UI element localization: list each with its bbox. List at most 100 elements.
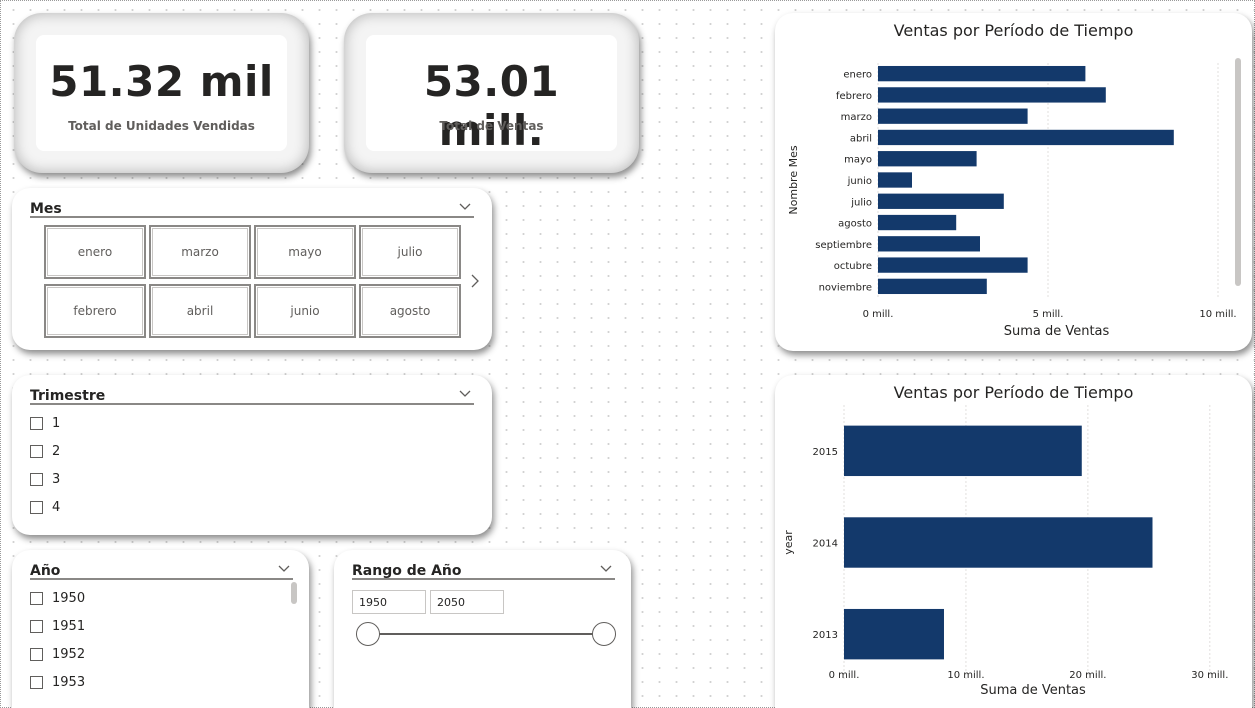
y-tick-label: agosto: [838, 219, 872, 230]
anio-slicer-title: Año: [30, 563, 61, 579]
anio-option-label: 1952: [52, 646, 86, 662]
mes-tile-junio[interactable]: junio: [254, 284, 356, 338]
checkbox[interactable]: [30, 472, 43, 486]
mes-tile-marzo[interactable]: marzo: [149, 225, 251, 279]
anio-option-1952[interactable]: 1952: [30, 644, 85, 664]
chart-ventas-mes[interactable]: Ventas por Período de Tiempo 0 mill. 5 mi…: [775, 13, 1252, 351]
trimestre-option-label: 1: [52, 415, 61, 431]
mes-tile-abril[interactable]: abril: [149, 284, 251, 338]
bar: [844, 608, 944, 660]
range-slider-handle-max[interactable]: [592, 622, 616, 646]
bar: [878, 151, 977, 167]
bar: [878, 65, 1086, 82]
y-tick-label: 2015: [813, 447, 838, 458]
trimestre-option-label: 4: [52, 499, 61, 515]
range-slider-handle-min[interactable]: [356, 622, 380, 646]
anio-scrollbar[interactable]: [291, 582, 297, 702]
kpi-sales-label: Total de Ventas: [439, 119, 544, 133]
x-axis-title: Suma de Ventas: [980, 683, 1086, 698]
x-tick-label: 10 mill.: [1199, 309, 1236, 320]
chevron-down-icon[interactable]: [599, 562, 613, 574]
rango-anio-slicer[interactable]: Rango de Año 1950 2050: [334, 550, 631, 708]
mes-tile-agosto[interactable]: agosto: [359, 284, 461, 338]
rango-slicer-header: Rango de Año: [352, 560, 615, 580]
chart-scrollbar-thumb[interactable]: [1235, 58, 1241, 286]
trimestre-option-2[interactable]: 2: [30, 441, 60, 461]
trimestre-slicer[interactable]: Trimestre 1 2 3 4: [12, 375, 492, 535]
y-tick-label: junio: [847, 176, 872, 187]
anio-option-label: 1950: [52, 590, 86, 606]
trimestre-slicer-title: Trimestre: [30, 388, 106, 404]
trimestre-slicer-header: Trimestre: [30, 385, 474, 405]
anio-option-1950[interactable]: 1950: [30, 588, 85, 608]
kpi-units-value: 51.32 mil: [49, 57, 274, 106]
bar: [878, 87, 1106, 103]
chart-ventas-mes-plot: 0 mill. 5 mill. 10 mill. enero febrero marzo a…: [787, 63, 1237, 339]
mes-tile-mayo[interactable]: mayo: [254, 225, 356, 279]
range-to-input[interactable]: 2050: [430, 590, 504, 614]
y-tick-label: mayo: [844, 155, 872, 166]
mes-tile-julio[interactable]: julio: [359, 225, 461, 279]
checkbox[interactable]: [30, 416, 43, 430]
checkbox[interactable]: [30, 675, 43, 689]
trimestre-option-3[interactable]: 3: [30, 469, 60, 489]
x-tick-label: 30 mill.: [1191, 670, 1228, 681]
chevron-down-icon[interactable]: [458, 387, 472, 399]
y-axis-title: year: [782, 530, 795, 555]
kpi-sales-value: 53.01 mill.: [423, 57, 560, 155]
rango-slicer-title: Rango de Año: [352, 563, 462, 579]
y-tick-label: enero: [843, 70, 872, 81]
trimestre-option-label: 3: [52, 471, 61, 487]
y-tick-label: noviembre: [819, 282, 872, 293]
y-tick-label: febrero: [836, 91, 872, 102]
x-tick-label: 5 mill.: [1033, 309, 1064, 320]
checkbox[interactable]: [30, 619, 43, 633]
checkbox[interactable]: [30, 591, 43, 605]
checkbox[interactable]: [30, 500, 43, 514]
chart-scrollbar[interactable]: [1235, 58, 1241, 286]
range-from-input[interactable]: 1950: [352, 590, 426, 614]
bar: [878, 172, 912, 188]
anio-scrollbar-thumb[interactable]: [291, 582, 297, 604]
range-slider-track[interactable]: [368, 633, 604, 635]
chevron-down-icon[interactable]: [458, 200, 472, 212]
bar: [878, 257, 1028, 273]
kpi-card-sales[interactable]: 53.01 mill. Total de Ventas: [344, 13, 639, 173]
anio-option-1951[interactable]: 1951: [30, 616, 85, 636]
anio-option-label: 1951: [52, 618, 86, 634]
checkbox[interactable]: [30, 444, 43, 458]
y-tick-label: 2013: [813, 630, 838, 641]
kpi-card-sales-inner: 53.01 mill. Total de Ventas: [366, 35, 617, 155]
trimestre-option-label: 2: [52, 443, 61, 459]
kpi-card-units[interactable]: 51.32 mil Total de Unidades Vendidas: [14, 13, 309, 173]
y-tick-label: octubre: [834, 261, 872, 272]
anio-option-1953[interactable]: 1953: [30, 672, 85, 692]
y-tick-label: marzo: [841, 112, 872, 123]
y-tick-label: septiembre: [815, 240, 872, 251]
bar: [878, 108, 1028, 124]
checkbox[interactable]: [30, 647, 43, 661]
x-tick-label: 20 mill.: [1069, 670, 1106, 681]
chevron-down-icon[interactable]: [277, 562, 291, 574]
anio-option-label: 1953: [52, 674, 86, 690]
kpi-units-label: Total de Unidades Vendidas: [68, 119, 255, 133]
mes-tile-enero[interactable]: enero: [44, 225, 146, 279]
x-tick-label: 0 mill.: [863, 309, 894, 320]
kpi-card-units-inner: 51.32 mil Total de Unidades Vendidas: [36, 35, 287, 151]
bar: [878, 129, 1174, 146]
anio-slicer-header: Año: [30, 560, 293, 580]
trimestre-option-1[interactable]: 1: [30, 413, 60, 433]
y-axis-title: Nombre Mes: [787, 145, 800, 214]
mes-tile-febrero[interactable]: febrero: [44, 284, 146, 338]
bar: [844, 517, 1153, 568]
bar: [844, 425, 1082, 477]
trimestre-option-4[interactable]: 4: [30, 497, 60, 517]
bar: [878, 193, 1004, 209]
mes-slicer-header: Mes: [30, 198, 474, 218]
y-tick-label: abril: [850, 133, 872, 144]
mes-slicer-title: Mes: [30, 201, 62, 217]
chevron-right-icon[interactable]: [468, 272, 482, 290]
anio-slicer[interactable]: Año 1950 1951 1952 1953: [12, 550, 309, 708]
chart-ventas-anio[interactable]: Ventas por Período de Tiempo 0 mill. 10 m…: [775, 375, 1252, 708]
mes-slicer[interactable]: Mes enero marzo mayo julio febrero abril…: [12, 188, 492, 350]
